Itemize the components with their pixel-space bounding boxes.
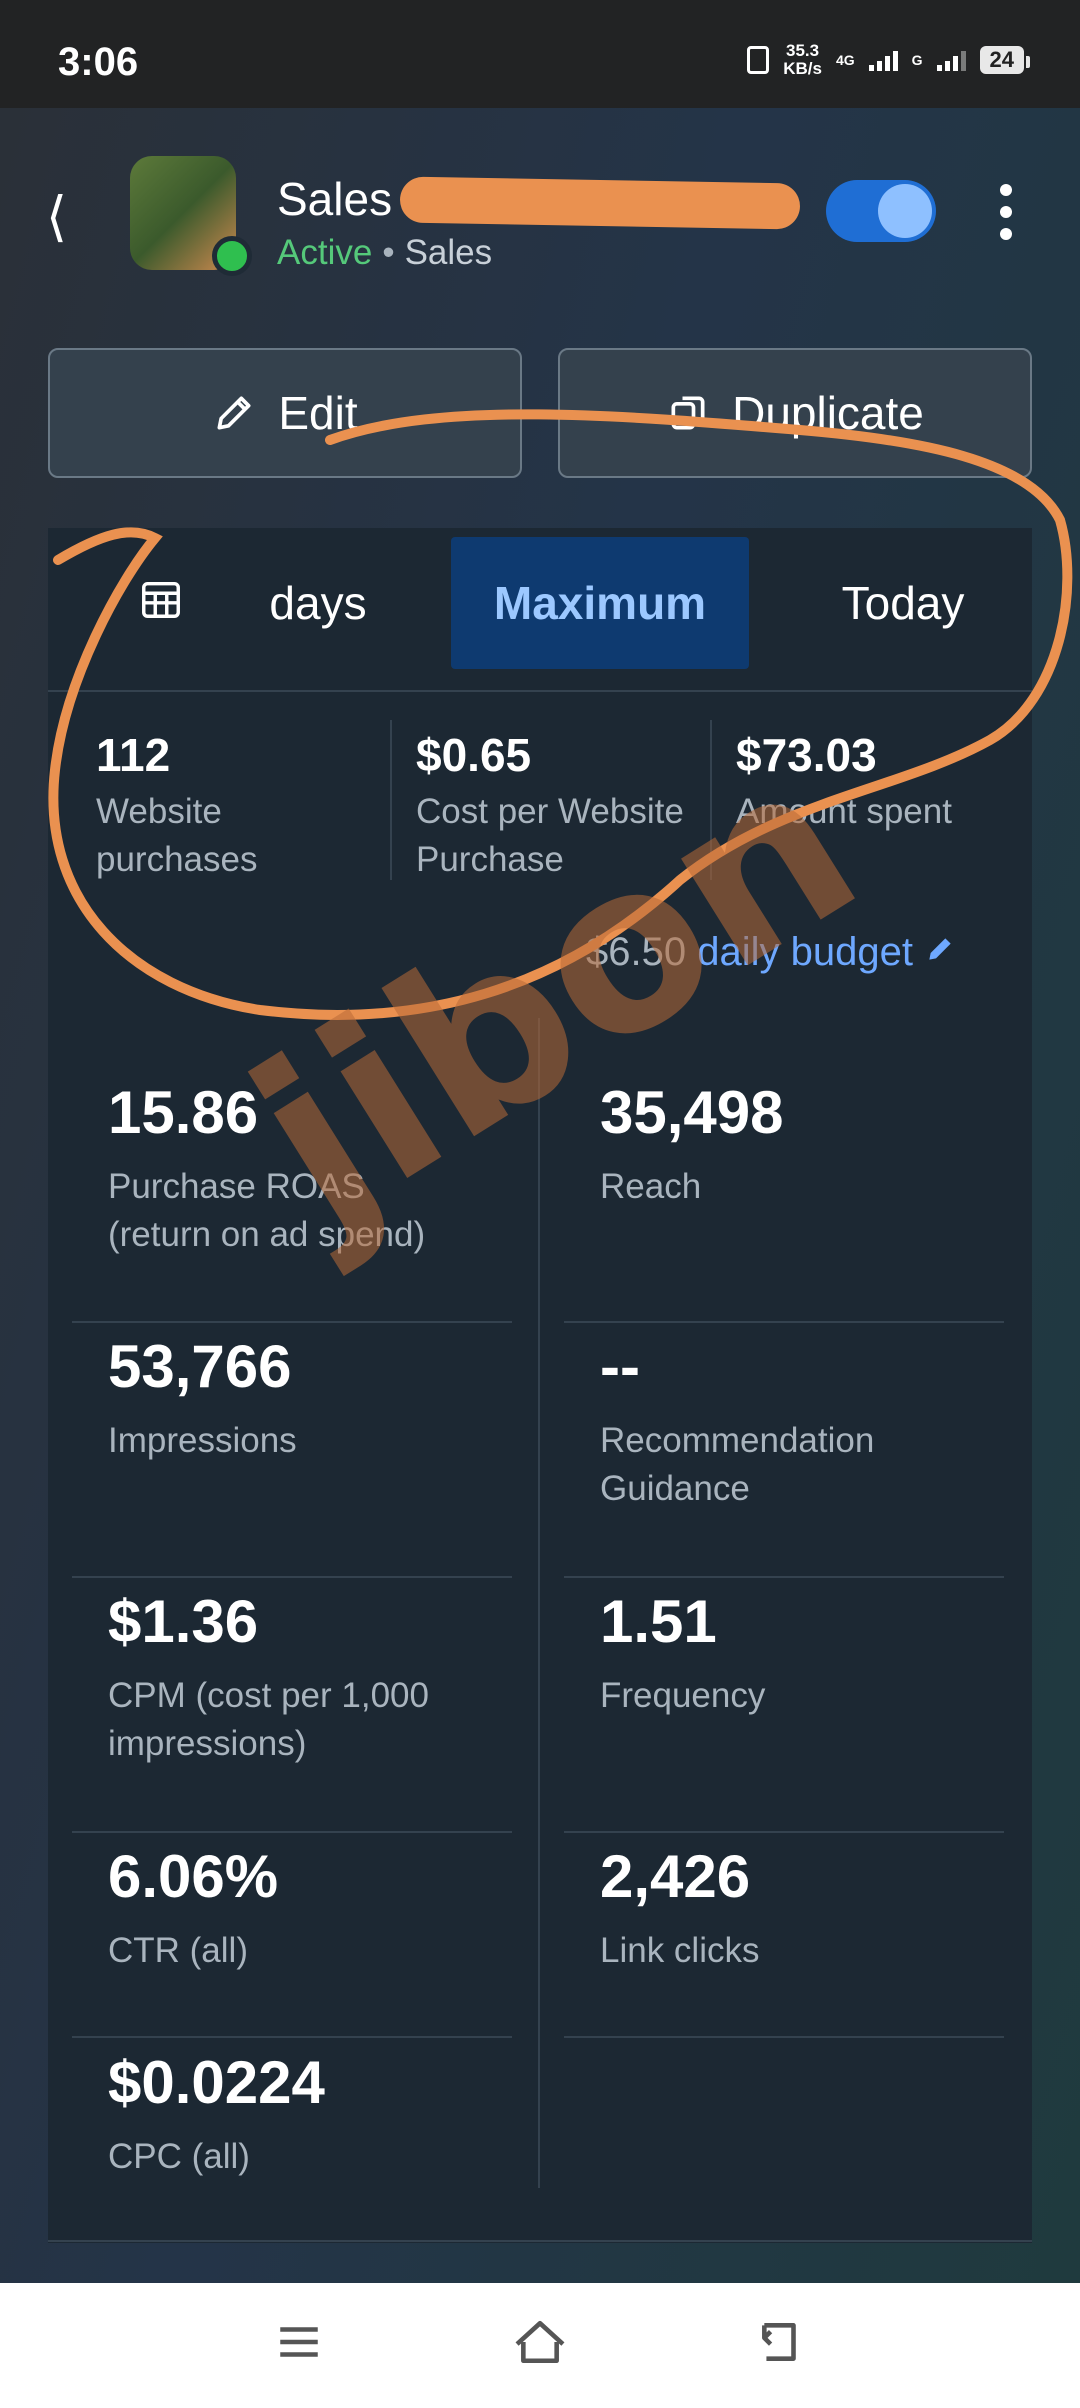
- summary-website-purchases[interactable]: 112 Website purchases: [96, 728, 376, 884]
- duplicate-icon: [671, 396, 705, 430]
- campaign-toggle[interactable]: [826, 180, 936, 242]
- signal-1-icon: [868, 49, 898, 71]
- signal-2-icon: [936, 49, 966, 71]
- row-divider: [564, 1321, 1004, 1323]
- status-icons: 35.3 KB/s 4G G 24: [747, 42, 1031, 78]
- summary-value: 112: [96, 729, 171, 781]
- divider: [390, 720, 392, 880]
- tab-days[interactable]: days: [223, 537, 413, 669]
- summary-value: $73.03: [736, 729, 877, 781]
- network-speed: 35.3 KB/s: [783, 42, 822, 78]
- battery-icon: 24: [979, 46, 1031, 74]
- panel-bottom-divider: [48, 2240, 1032, 2242]
- metric-value: --: [600, 1333, 640, 1400]
- metric-label: CPC (all): [108, 2137, 250, 2176]
- metric-value: 2,426: [600, 1843, 751, 1910]
- budget-label: daily budget: [697, 930, 913, 974]
- metric-value: $0.0224: [108, 2049, 325, 2116]
- date-range-tabs: days Maximum Today: [48, 528, 1032, 692]
- row-divider: [72, 1576, 512, 1578]
- metric-label: Link clicks: [600, 1931, 760, 1970]
- insights-panel: days Maximum Today 112 Website purchases…: [48, 528, 1032, 2243]
- metric-value: $1.36: [108, 1588, 259, 1655]
- tab-maximum[interactable]: Maximum: [451, 537, 749, 669]
- network-speed-value: 35.3: [786, 41, 820, 60]
- back-nav-icon[interactable]: [756, 2317, 806, 2367]
- summary-label: Cost per Website Purchase: [416, 792, 684, 879]
- row-divider: [564, 1576, 1004, 1578]
- metric-frequency[interactable]: 1.51 Frequency: [564, 1587, 1004, 1720]
- more-options-icon[interactable]: [1000, 184, 1014, 240]
- summary-value: $0.65: [416, 729, 532, 781]
- edit-label: Edit: [278, 387, 358, 439]
- metric-impressions[interactable]: 53,766 Impressions: [72, 1332, 512, 1465]
- pencil-icon: [929, 938, 951, 960]
- summary-label: Amount spent: [736, 792, 952, 831]
- summary-stats: 112 Website purchases $0.65 Cost per Web…: [48, 690, 1032, 980]
- edit-button[interactable]: Edit: [48, 348, 522, 478]
- redaction-mark: [399, 176, 801, 230]
- summary-label: Website purchases: [96, 792, 258, 879]
- home-icon[interactable]: [512, 2317, 568, 2367]
- metric-label: Frequency: [600, 1676, 766, 1715]
- metric-label: CTR (all): [108, 1931, 248, 1970]
- campaign-type: Sales: [404, 233, 493, 272]
- metric-cpc[interactable]: $0.0224 CPC (all): [72, 2048, 512, 2181]
- subtitle-separator: •: [382, 233, 395, 272]
- network-type-1: 4G: [835, 52, 855, 68]
- metric-label: Impressions: [108, 1421, 297, 1460]
- calendar-icon[interactable]: [138, 576, 184, 622]
- toggle-knob: [878, 184, 932, 238]
- status-bar: 3:06 35.3 KB/s 4G G 24: [0, 0, 1080, 108]
- row-divider: [564, 1831, 1004, 1833]
- tab-today[interactable]: Today: [788, 537, 1018, 669]
- row-divider: [564, 2036, 1004, 2038]
- row-divider: [72, 2036, 512, 2038]
- vibrate-icon: [747, 46, 770, 74]
- metric-value: 35,498: [600, 1079, 784, 1146]
- summary-cost-per-purchase[interactable]: $0.65 Cost per Website Purchase: [416, 728, 716, 884]
- row-divider: [72, 1321, 512, 1323]
- metric-label: Recommendation Guidance: [600, 1421, 875, 1508]
- budget-amount: $6.50: [586, 930, 687, 974]
- metric-reach[interactable]: 35,498 Reach: [564, 1078, 1004, 1211]
- metric-value: 53,766: [108, 1333, 292, 1400]
- status-label: Active: [277, 233, 373, 272]
- metric-cpm[interactable]: $1.36 CPM (cost per 1,000 impressions): [72, 1587, 512, 1768]
- network-speed-unit: KB/s: [783, 59, 822, 78]
- divider: [710, 720, 712, 880]
- back-icon[interactable]: ⟨: [46, 185, 67, 248]
- metric-purchase-roas[interactable]: 15.86 Purchase ROAS (return on ad spend): [72, 1078, 512, 1259]
- metric-ctr[interactable]: 6.06% CTR (all): [72, 1842, 512, 1975]
- summary-amount-spent[interactable]: $73.03 Amount spent: [736, 728, 1026, 836]
- metric-recommendation-guidance[interactable]: -- Recommendation Guidance: [564, 1332, 1004, 1513]
- menu-icon[interactable]: [274, 2317, 324, 2367]
- metric-value: 1.51: [600, 1588, 717, 1655]
- network-type-2: G: [911, 52, 923, 68]
- column-divider: [538, 1018, 540, 2188]
- metric-value: 15.86: [108, 1079, 259, 1146]
- duplicate-label: Duplicate: [732, 387, 924, 439]
- metric-link-clicks[interactable]: 2,426 Link clicks: [564, 1842, 1004, 1975]
- metric-label: Purchase ROAS (return on ad spend): [108, 1167, 426, 1254]
- metric-label: CPM (cost per 1,000 impressions): [108, 1676, 429, 1763]
- campaign-header: ⟨ Sales P Active • Sales: [0, 150, 1080, 280]
- campaign-subtitle: Active • Sales: [277, 233, 492, 273]
- row-divider: [72, 1831, 512, 1833]
- status-time: 3:06: [58, 40, 139, 84]
- duplicate-button[interactable]: Duplicate: [558, 348, 1032, 478]
- metric-label: Reach: [600, 1167, 702, 1206]
- daily-budget-link[interactable]: $6.50 daily budget: [586, 930, 956, 975]
- system-nav-bar: [0, 2283, 1080, 2408]
- active-status-dot: [212, 236, 252, 276]
- pencil-icon: [217, 396, 251, 430]
- metric-value: 6.06%: [108, 1843, 279, 1910]
